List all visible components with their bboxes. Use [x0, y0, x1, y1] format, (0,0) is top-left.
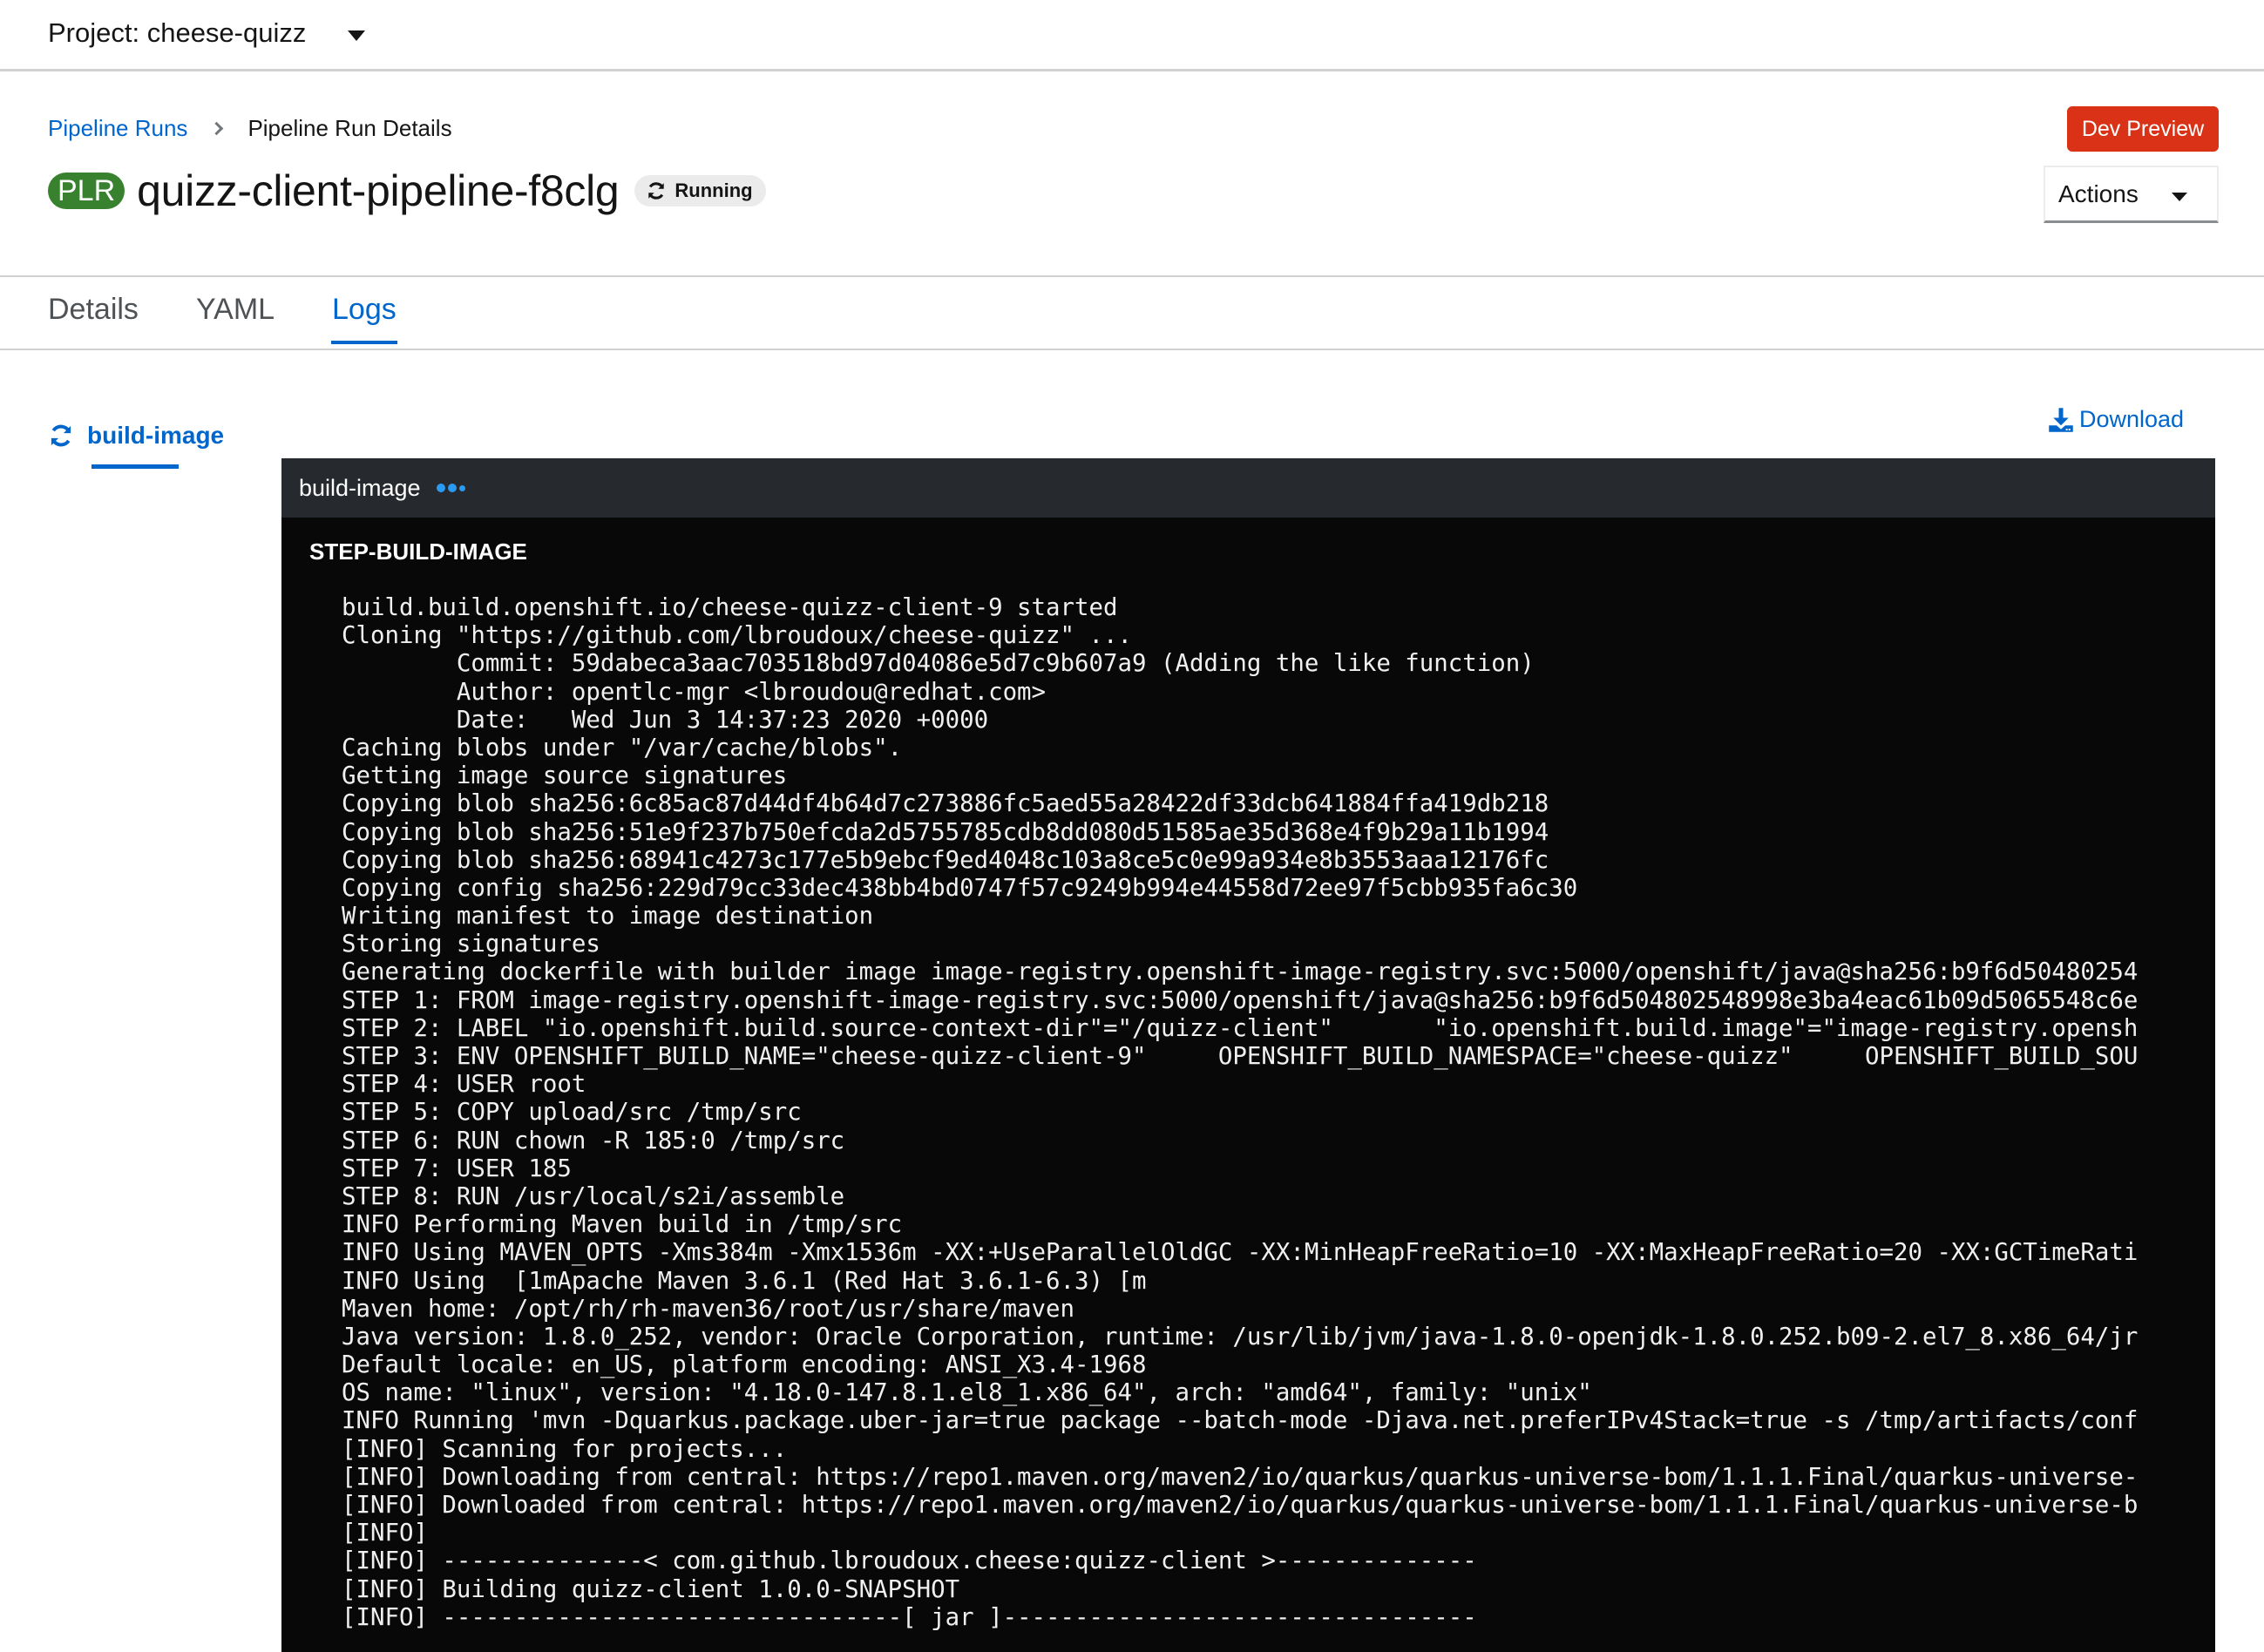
task-selected-indicator: [92, 464, 179, 469]
log-line: INFO Using MAVEN_OPTS -Xms384m -Xmx1536m…: [342, 1239, 2139, 1267]
log-line: INFO Performing Maven build in /tmp/src: [342, 1211, 903, 1239]
log-line: build.build.openshift.io/cheese-quizz-cl…: [342, 594, 1118, 621]
log-line: Copying config sha256:229d79cc33dec438bb…: [342, 874, 1578, 902]
log-line: Maven home: /opt/rh/rh-maven36/root/usr/…: [342, 1295, 1075, 1323]
log-line: Generating dockerfile with builder image…: [342, 958, 2139, 986]
tab-yaml[interactable]: YAML: [196, 293, 275, 344]
tab-details[interactable]: Details: [48, 293, 139, 344]
log-header: build-image: [281, 458, 2215, 518]
caret-down-icon[interactable]: [348, 30, 365, 41]
log-line: [INFO]: [342, 1520, 428, 1547]
task-item-label: build-image: [87, 422, 225, 449]
log-line: Storing signatures: [342, 931, 600, 958]
caret-down-icon: [2172, 193, 2187, 201]
breadcrumb-current: Pipeline Run Details: [247, 115, 452, 141]
log-line: STEP 7: USER 185: [342, 1154, 572, 1182]
tab-bar: Details YAML Logs: [0, 277, 2264, 350]
log-line: STEP 3: ENV OPENSHIFT_BUILD_NAME="cheese…: [342, 1043, 2139, 1070]
actions-dropdown[interactable]: Actions: [2044, 166, 2219, 223]
status-text: Running: [674, 179, 753, 201]
log-line: [INFO] --------------< com.github.lbroud…: [342, 1547, 1477, 1575]
log-line: [INFO] --------------------------------[…: [342, 1603, 1477, 1631]
log-line: STEP 5: COPY upload/src /tmp/src: [342, 1099, 802, 1127]
loading-dots-icon: [436, 484, 468, 492]
log-line: INFO Using [1mApache Maven 3.6.1 (Red Ha…: [342, 1267, 1147, 1295]
log-line: STEP 2: LABEL "io.openshift.build.source…: [342, 1014, 2139, 1042]
log-line: Commit: 59dabeca3aac703518bd97d04086e5d7…: [342, 650, 1535, 678]
log-line: Default locale: en_US, platform encoding…: [342, 1351, 1147, 1379]
sync-icon: [648, 182, 665, 200]
project-selector-label[interactable]: Project: cheese-quizz: [48, 17, 306, 49]
log-line: STEP 8: RUN /usr/local/s2i/assemble: [342, 1182, 845, 1210]
log-viewer[interactable]: build-image STEP-BUILD-IMAGE build.build…: [281, 458, 2215, 1652]
log-step-title: STEP-BUILD-IMAGE: [309, 538, 527, 565]
breadcrumb: Pipeline Runs Pipeline Run Details: [48, 115, 452, 142]
sync-icon: [51, 424, 71, 447]
breadcrumb-pipeline-runs-link[interactable]: Pipeline Runs: [48, 115, 187, 142]
log-line: STEP 6: RUN chown -R 185:0 /tmp/src: [342, 1127, 845, 1154]
log-line: Copying blob sha256:51e9f237b750efcda2d5…: [342, 818, 1549, 846]
log-line: [INFO] Downloading from central: https:/…: [342, 1463, 2139, 1491]
status-badge: Running: [634, 175, 766, 206]
log-line: STEP 4: USER root: [342, 1071, 586, 1099]
log-line: Caching blobs under "/var/cache/blobs".: [342, 734, 903, 762]
log-line: Date: Wed Jun 3 14:37:23 2020 +0000: [342, 706, 989, 734]
log-line: [INFO] Downloaded from central: https://…: [342, 1492, 2139, 1519]
log-line: INFO Running 'mvn -Dquarkus.package.uber…: [342, 1407, 2139, 1435]
log-line: OS name: "linux", version: "4.18.0-147.8…: [342, 1379, 1592, 1407]
log-line: Author: opentlc-mgr <lbroudou@redhat.com…: [342, 678, 1047, 706]
log-line: [INFO] Building quizz-client 1.0.0-SNAPS…: [342, 1575, 960, 1603]
resource-type-badge: PLR: [48, 173, 125, 209]
log-line: Writing manifest to image destination: [342, 903, 874, 931]
chevron-right-icon: [210, 121, 224, 136]
download-label: Download: [2079, 406, 2185, 432]
log-line: Cloning "https://github.com/lbroudoux/ch…: [342, 622, 1132, 650]
log-line: Copying blob sha256:6c85ac87d44df4b64d7c…: [342, 790, 1549, 818]
title-row: PLR quizz-client-pipeline-f8clg Running: [48, 166, 766, 216]
log-line: Java version: 1.8.0_252, vendor: Oracle …: [342, 1323, 2139, 1351]
log-line: Copying blob sha256:68941c4273c177e5b9eb…: [342, 846, 1549, 874]
download-button[interactable]: Download: [2048, 406, 2184, 433]
dev-preview-badge[interactable]: Dev Preview: [2067, 106, 2219, 152]
log-line: [INFO] Scanning for projects...: [342, 1435, 788, 1463]
log-content: build.build.openshift.io/cheese-quizz-cl…: [281, 580, 2179, 1632]
actions-label: Actions: [2058, 179, 2139, 207]
page-title: quizz-client-pipeline-f8clg: [137, 166, 620, 215]
log-task-name: build-image: [299, 474, 421, 501]
project-bar: Project: cheese-quizz: [0, 0, 2264, 71]
log-line: Getting image source signatures: [342, 762, 788, 790]
download-icon: [2049, 407, 2073, 432]
log-line: STEP 1: FROM image-registry.openshift-im…: [342, 986, 2139, 1014]
tab-logs[interactable]: Logs: [331, 293, 397, 344]
task-item-build-image[interactable]: build-image: [49, 422, 224, 450]
